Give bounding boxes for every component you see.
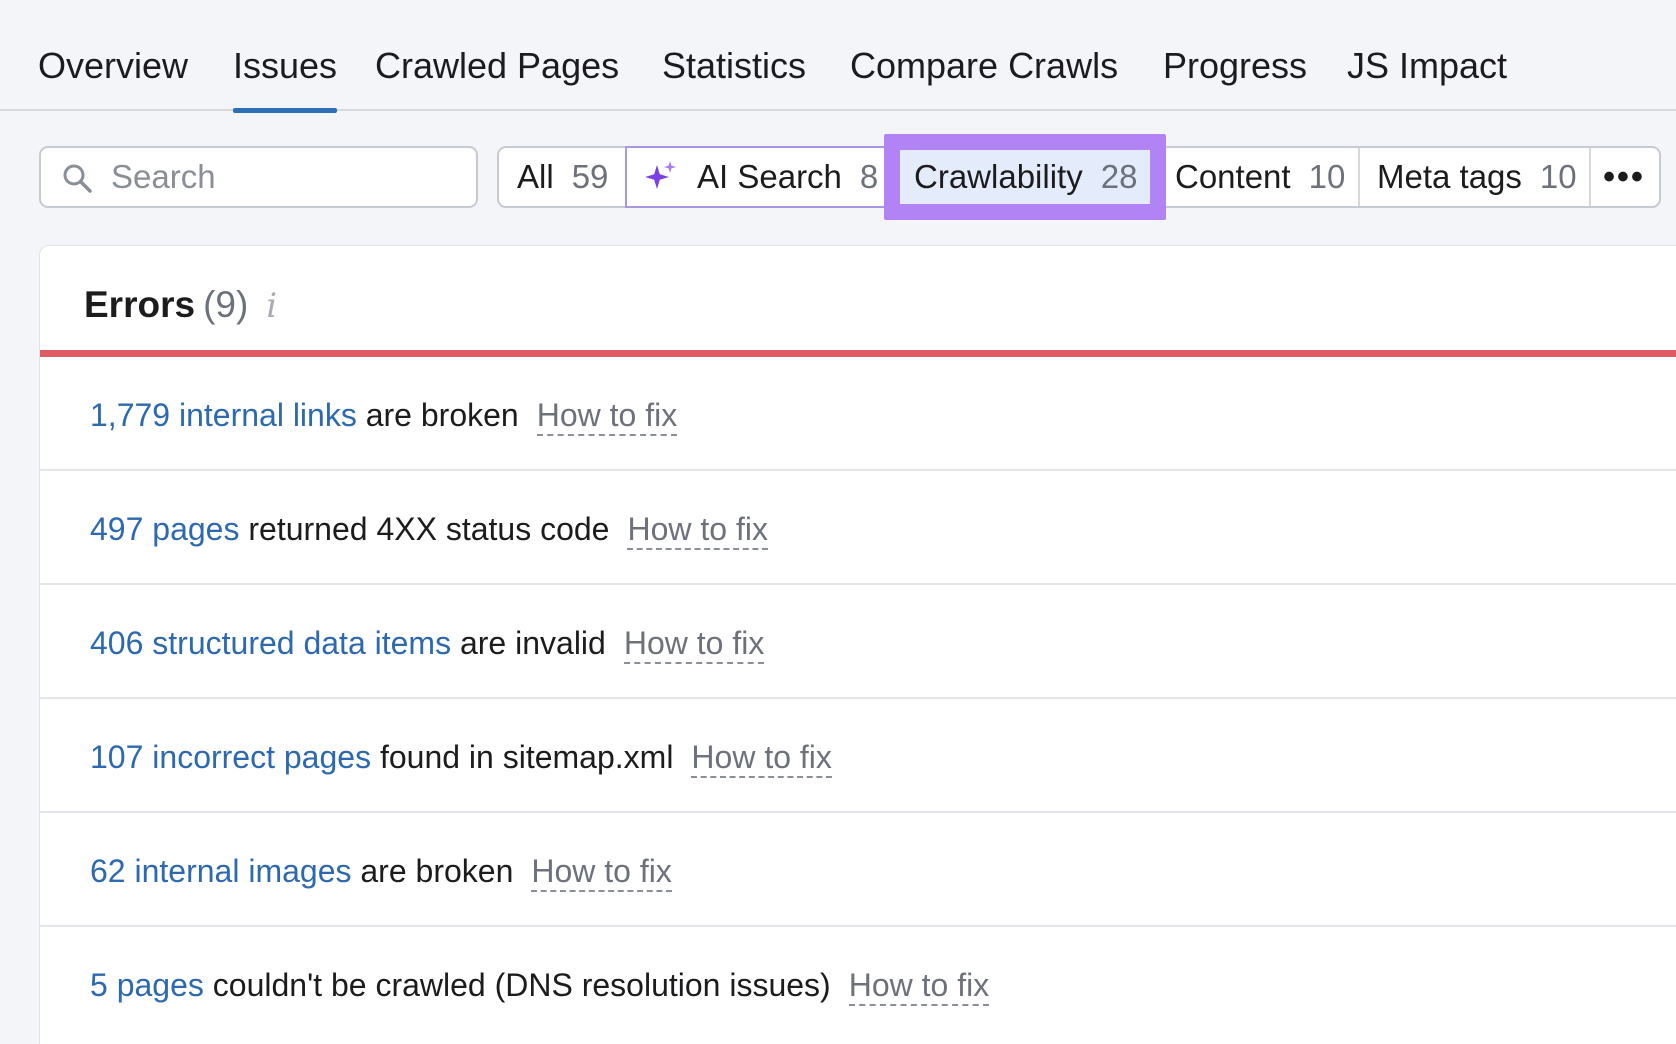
issue-text: are broken bbox=[356, 397, 519, 433]
how-to-fix-link[interactable]: How to fix bbox=[691, 739, 832, 778]
search-icon bbox=[63, 164, 92, 193]
info-icon[interactable]: i bbox=[266, 286, 277, 326]
sparkle-icon bbox=[645, 161, 676, 189]
tab-compare-crawls[interactable]: Compare Crawls bbox=[850, 44, 1118, 111]
issue-link[interactable]: 107 incorrect pages bbox=[90, 739, 371, 775]
error-severity-bar bbox=[40, 350, 1676, 357]
issue-link[interactable]: 1,779 internal links bbox=[90, 397, 357, 433]
errors-count: (9) bbox=[203, 284, 249, 325]
search-box[interactable] bbox=[39, 146, 478, 208]
tab-js-impact[interactable]: JS Impact bbox=[1347, 44, 1507, 111]
search-input[interactable] bbox=[111, 154, 461, 200]
filter-crawlability-label: Crawlability bbox=[914, 158, 1083, 195]
filter-all-label: All bbox=[517, 158, 554, 195]
filter-all-count: 59 bbox=[571, 158, 609, 195]
filter-divider bbox=[1358, 148, 1360, 206]
filter-all[interactable]: All 59 bbox=[517, 146, 608, 208]
tab-overview[interactable]: Overview bbox=[38, 44, 188, 111]
filter-meta-tags-count: 10 bbox=[1539, 158, 1577, 195]
filter-crawlability[interactable]: Crawlability 28 bbox=[884, 134, 1166, 220]
filter-ai-search[interactable]: AI Search 8 bbox=[625, 146, 887, 208]
filter-meta-tags-label: Meta tags bbox=[1377, 158, 1522, 195]
issue-link[interactable]: 406 structured data items bbox=[90, 625, 451, 661]
issue-row: 406 structured data items are invalid How… bbox=[40, 585, 1676, 699]
filter-crawlability-count: 28 bbox=[1100, 158, 1138, 195]
filter-meta-tags[interactable]: Meta tags 10 bbox=[1377, 146, 1577, 208]
issue-row: 497 pages returned 4XX status code How to… bbox=[40, 471, 1676, 585]
issue-text: are invalid bbox=[451, 625, 606, 661]
filter-ai-search-label: AI Search bbox=[697, 158, 842, 195]
tab-progress[interactable]: Progress bbox=[1163, 44, 1307, 111]
issue-text: returned 4XX status code bbox=[239, 511, 610, 547]
issue-row: 1,779 internal links are broken How to fi… bbox=[40, 357, 1676, 471]
issue-text: are broken bbox=[351, 853, 514, 889]
filter-content[interactable]: Content 10 bbox=[1175, 146, 1345, 208]
filter-content-count: 10 bbox=[1308, 158, 1346, 195]
how-to-fix-link[interactable]: How to fix bbox=[627, 511, 768, 550]
how-to-fix-link[interactable]: How to fix bbox=[536, 397, 678, 436]
tab-issues[interactable]: Issues bbox=[233, 44, 338, 113]
top-nav: Overview Issues Crawled Pages Statistics… bbox=[0, 0, 1676, 113]
filter-ai-search-count: 8 bbox=[859, 158, 879, 195]
filter-crawlability-inner: Crawlability 28 bbox=[900, 150, 1150, 204]
issue-link[interactable]: 497 pages bbox=[90, 511, 239, 547]
errors-card: Errors (9) i 1,779 internal links are brok… bbox=[39, 245, 1676, 1044]
issue-row: 62 internal images are broken How to fix bbox=[40, 813, 1676, 927]
issue-link[interactable]: 62 internal images bbox=[90, 853, 351, 889]
more-filters-button[interactable]: ••• bbox=[1589, 148, 1659, 206]
issue-text: found in sitemap.xml bbox=[371, 739, 674, 775]
how-to-fix-link[interactable]: How to fix bbox=[848, 967, 990, 1006]
tab-statistics[interactable]: Statistics bbox=[662, 44, 806, 111]
issue-link[interactable]: 5 pages bbox=[90, 967, 204, 1003]
errors-title: Errors bbox=[84, 284, 196, 325]
issue-text: couldn't be crawled (DNS resolution issu… bbox=[203, 967, 831, 1003]
errors-heading: Errors (9) i bbox=[84, 284, 277, 326]
issue-row: 5 pages couldn't be crawled (DNS resolut… bbox=[40, 927, 1676, 1041]
filter-content-label: Content bbox=[1175, 158, 1291, 195]
issue-row: 107 incorrect pages found in sitemap.xml… bbox=[40, 699, 1676, 813]
how-to-fix-link[interactable]: How to fix bbox=[531, 853, 672, 892]
how-to-fix-link[interactable]: How to fix bbox=[623, 625, 765, 664]
tab-crawled-pages[interactable]: Crawled Pages bbox=[375, 44, 619, 111]
